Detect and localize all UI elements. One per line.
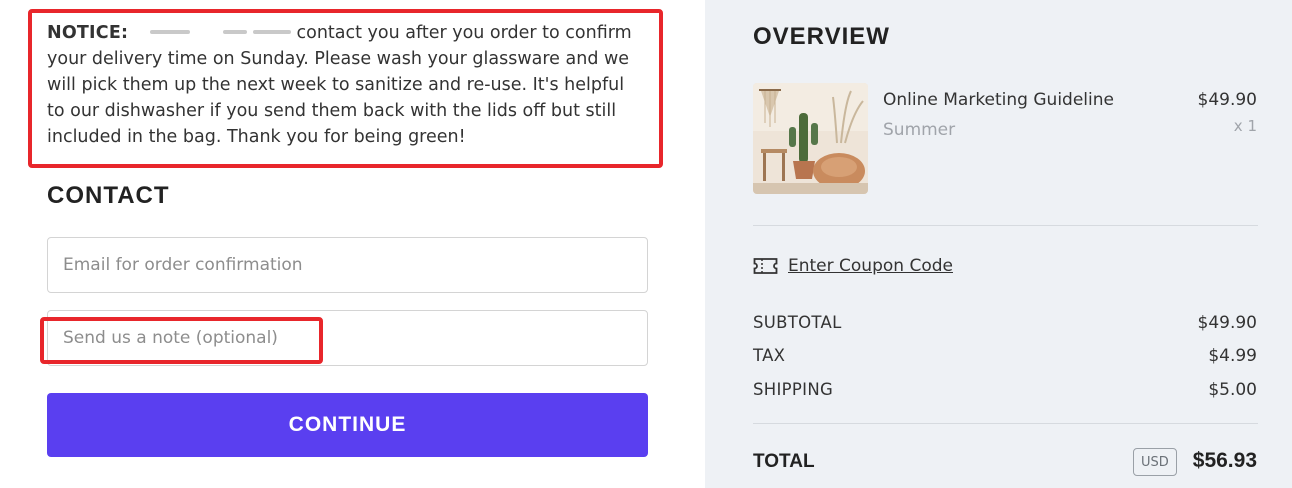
total-label: TOTAL	[753, 451, 815, 472]
shipping-label: SHIPPING	[753, 380, 834, 399]
product-thumbnail	[753, 83, 868, 194]
email-input[interactable]	[48, 238, 647, 292]
redacted-text	[223, 29, 248, 34]
note-field[interactable]	[47, 310, 648, 366]
divider	[753, 225, 1258, 226]
divider	[753, 423, 1258, 424]
continue-button[interactable]: CONTINUE	[47, 393, 648, 457]
notice-label: NOTICE:	[47, 23, 129, 43]
email-field[interactable]	[47, 237, 648, 293]
currency-badge: USD	[1133, 448, 1177, 476]
product-name: Online Marketing Guideline	[883, 90, 1114, 110]
redacted-text	[149, 29, 190, 34]
total-value: $56.93	[1192, 449, 1257, 472]
product-price: $49.90	[1197, 90, 1257, 110]
tax-label: TAX	[753, 346, 786, 365]
enter-coupon-code-link[interactable]: Enter Coupon Code	[788, 256, 953, 276]
notice-text: NOTICE: contact you after you order to c…	[47, 20, 647, 150]
contact-heading: CONTACT	[47, 182, 170, 209]
overview-heading: OVERVIEW	[753, 23, 890, 50]
notice-body: contact you after you order to confirm y…	[47, 23, 632, 147]
note-input[interactable]	[48, 311, 647, 365]
subtotal-value: $49.90	[1197, 313, 1257, 333]
shipping-value: $5.00	[1208, 380, 1257, 400]
tax-value: $4.99	[1208, 346, 1257, 366]
order-summary-panel: OVERVIEW Online Marketing Guideline Summ…	[705, 0, 1292, 488]
product-quantity: x 1	[1233, 117, 1257, 135]
ticket-icon	[753, 257, 778, 275]
redacted-text	[252, 29, 291, 34]
coupon-link-row[interactable]: Enter Coupon Code	[753, 256, 953, 276]
product-variant: Summer	[883, 120, 956, 140]
subtotal-label: SUBTOTAL	[753, 313, 842, 332]
